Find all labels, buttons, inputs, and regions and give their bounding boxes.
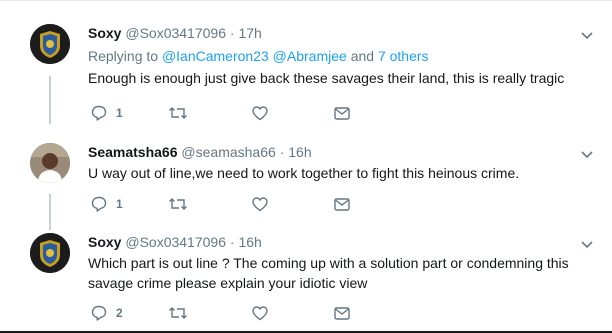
heart-icon [252, 197, 268, 212]
replying-to-and: and [350, 48, 375, 64]
retweet-button[interactable] [168, 303, 188, 323]
user-handle[interactable]: @seamasha66 [181, 144, 275, 160]
user-handle[interactable]: @Sox03417096 [125, 25, 226, 41]
chevron-down-icon [581, 32, 593, 40]
like-button[interactable] [251, 194, 269, 214]
retweet-icon [169, 107, 187, 119]
timestamp[interactable]: 17h [238, 25, 261, 41]
retweet-icon [169, 307, 187, 319]
direct-message-button[interactable] [333, 303, 351, 323]
retweet-button[interactable] [168, 194, 188, 214]
reply-icon [91, 196, 107, 212]
replying-to-label: Replying to [88, 48, 159, 64]
tweet-header: Soxy @Sox03417096 · 17h [88, 24, 593, 42]
thread-connector [49, 76, 51, 124]
timestamp[interactable]: 16h [288, 144, 311, 160]
tweet-header: Seamatsha66 @seamasha66 · 16h [88, 143, 593, 161]
others-link[interactable]: 7 others [378, 48, 429, 64]
reply-icon [91, 305, 107, 321]
more-options-button[interactable] [580, 28, 594, 46]
direct-message-button[interactable] [333, 103, 351, 123]
separator: · [229, 234, 235, 250]
direct-message-button[interactable] [333, 194, 351, 214]
avatar[interactable] [30, 233, 70, 273]
timestamp[interactable]: 16h [238, 234, 261, 250]
mention-link[interactable]: @Abramjee [273, 48, 347, 64]
retweet-button[interactable] [168, 103, 188, 123]
tweet-actions: 1 [90, 103, 450, 123]
more-options-button[interactable] [580, 147, 594, 165]
heart-icon [252, 106, 268, 121]
envelope-icon [334, 198, 350, 211]
like-button[interactable] [251, 103, 269, 123]
reply-button[interactable]: 2 [90, 303, 123, 323]
reply-button[interactable]: 1 [90, 103, 123, 123]
display-name[interactable]: Seamatsha66 [88, 144, 178, 160]
user-handle[interactable]: @Sox03417096 [125, 234, 226, 250]
more-options-button[interactable] [580, 237, 594, 255]
tweet-text: U way out of line,we need to work togeth… [88, 165, 520, 181]
reply-count: 2 [116, 306, 123, 320]
reply-button[interactable]: 1 [90, 194, 123, 214]
tweet-header: Soxy @Sox03417096 · 16h [88, 233, 593, 251]
heart-icon [252, 306, 268, 321]
replying-to: Replying to @IanCameron23 @Abramjee and … [88, 46, 593, 66]
separator: · [279, 144, 285, 160]
badge-emblem-icon [30, 24, 70, 64]
top-border [0, 0, 612, 1]
avatar[interactable] [30, 24, 70, 64]
chevron-down-icon [581, 241, 593, 249]
like-button[interactable] [251, 303, 269, 323]
chevron-down-icon [581, 151, 593, 159]
reply-count: 1 [116, 106, 123, 120]
envelope-icon [334, 107, 350, 120]
separator: · [229, 25, 235, 41]
tweet-text: Which part is out line ? The coming up w… [88, 255, 569, 291]
tweet-text: Enough is enough just give back these sa… [88, 70, 565, 86]
envelope-icon [334, 307, 350, 320]
avatar[interactable] [30, 143, 70, 183]
mention-link[interactable]: @IanCameron23 [162, 48, 269, 64]
badge-emblem-icon [30, 233, 70, 273]
display-name[interactable]: Soxy [88, 25, 121, 41]
tweet-actions: 1 [90, 194, 450, 214]
tweet-actions: 2 [90, 303, 450, 323]
display-name[interactable]: Soxy [88, 234, 121, 250]
reply-icon [91, 105, 107, 121]
retweet-icon [169, 198, 187, 210]
user-photo-icon [30, 143, 70, 183]
thread-connector [49, 194, 51, 230]
reply-count: 1 [116, 197, 123, 211]
